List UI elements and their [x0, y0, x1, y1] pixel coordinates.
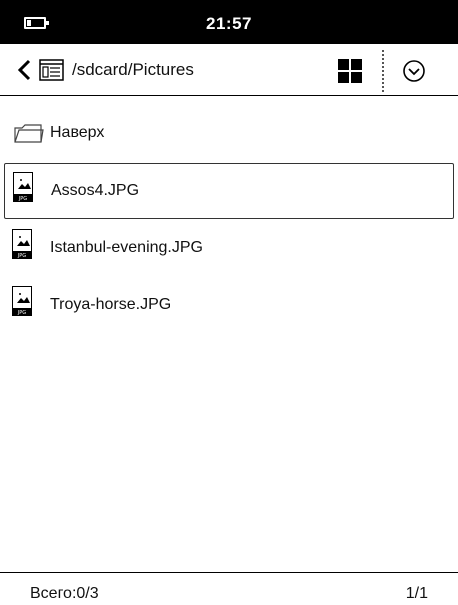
page-indicator[interactable]: 1/1 — [406, 585, 428, 603]
grid-view-icon[interactable] — [338, 59, 362, 83]
toolbar-divider — [382, 50, 384, 92]
toolbar: /sdcard/Pictures — [0, 44, 458, 96]
list-item-file[interactable]: JPG Assos4.JPG — [4, 163, 454, 219]
file-type-badge: JPG — [18, 196, 27, 202]
list-item-up[interactable]: Наверх — [4, 106, 454, 162]
current-path: /sdcard/Pictures — [72, 60, 194, 79]
folder-up-icon — [14, 124, 44, 143]
file-name: Troya-horse.JPG — [50, 296, 172, 313]
check-circle-icon[interactable] — [402, 59, 426, 83]
image-file-icon: JPG — [12, 229, 32, 259]
file-name: Istanbul-evening.JPG — [50, 239, 203, 256]
folder-list-icon — [39, 59, 64, 81]
list-item-file[interactable]: JPG Troya-horse.JPG — [4, 278, 454, 334]
selection-count: Всего:0/3 — [30, 585, 99, 602]
list-item-file[interactable]: JPG Istanbul-evening.JPG — [4, 221, 454, 277]
image-file-icon: JPG — [13, 172, 33, 202]
file-name: Assos4.JPG — [51, 182, 140, 199]
file-type-badge: JPG — [17, 310, 26, 316]
footer: Всего:0/3 1/1 — [0, 572, 458, 605]
image-file-icon: JPG — [12, 286, 32, 316]
status-bar: 21:57 — [0, 0, 458, 44]
chevron-left-icon[interactable] — [14, 58, 36, 82]
file-type-badge: JPG — [17, 253, 26, 259]
list-item-label: Наверх — [50, 124, 105, 141]
status-time: 21:57 — [206, 14, 252, 33]
